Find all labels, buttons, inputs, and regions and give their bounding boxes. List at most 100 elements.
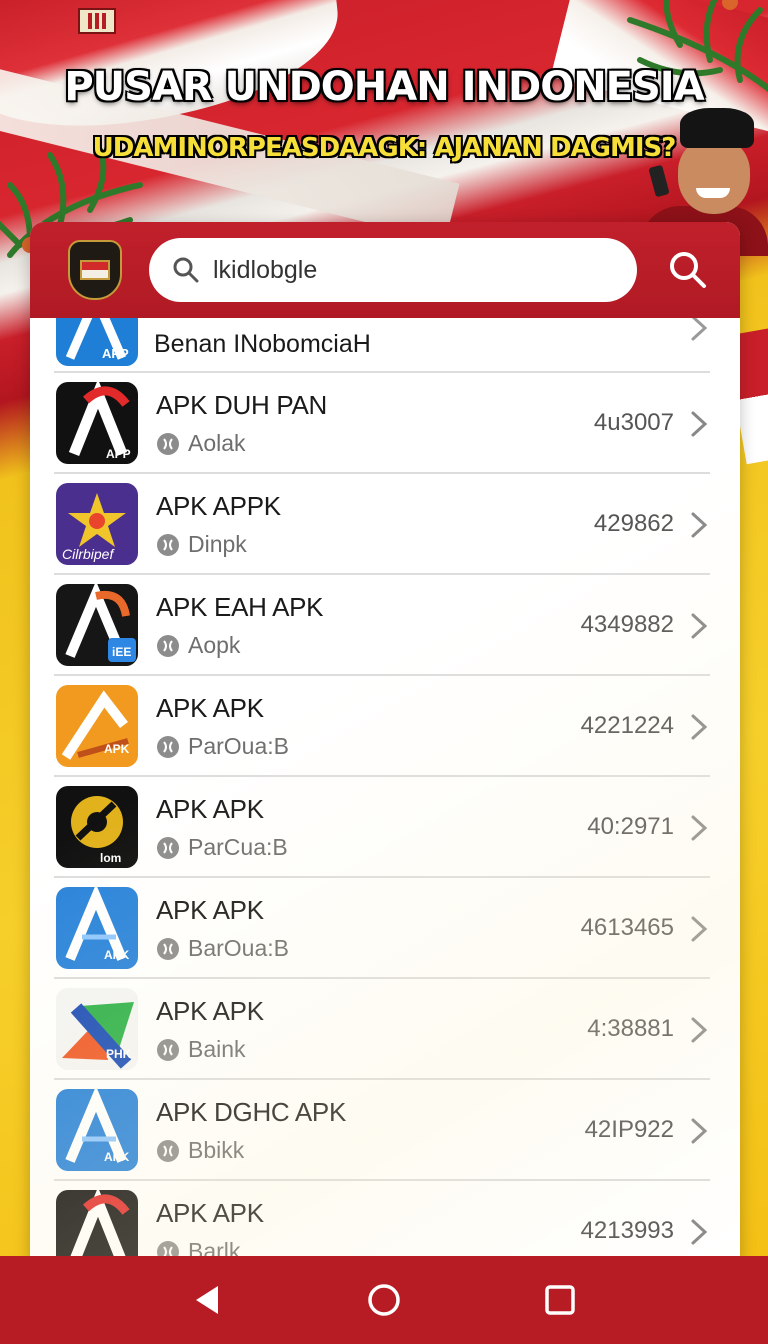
svg-text:PHK: PHK (106, 1047, 132, 1061)
list-item[interactable]: APK APK APK ParOua:B 4221224 (54, 677, 710, 777)
app-list: APP Benan INobomciaH APP APK DUH PAN Aolak… (30, 318, 740, 1262)
svg-text:lom: lom (100, 851, 121, 865)
app-title: APK EAH APK (156, 592, 324, 622)
app-title: APK APK (156, 693, 264, 723)
app-subtitle-text: Baink (188, 1036, 246, 1062)
app-icon: PHK (56, 988, 138, 1070)
source-icon (156, 735, 180, 759)
recent-apps-button[interactable] (542, 1282, 578, 1318)
app-list-card: APP Benan INobomciaH APP APK DUH PAN Aolak… (30, 222, 740, 1262)
source-icon (156, 634, 180, 658)
source-icon (156, 1139, 180, 1163)
app-subtitle-text: Bbikk (188, 1137, 245, 1163)
app-title: APK APK (156, 1198, 264, 1228)
app-icon: APK (56, 1089, 138, 1171)
source-icon (156, 533, 180, 557)
app-subtitle-text: Aopk (188, 632, 241, 658)
app-icon: APK (56, 887, 138, 969)
app-subtitle-text: BarOua:B (188, 935, 289, 961)
home-circle-icon (368, 1284, 400, 1316)
chevron-right-icon (690, 410, 708, 438)
app-title: APK DUH PAN (156, 390, 328, 420)
back-button[interactable] (190, 1282, 226, 1318)
download-count: 429862 (593, 510, 674, 537)
list-item[interactable]: iEE APK EAH APK Aopk 4349882 (54, 576, 710, 676)
svg-text:APP: APP (102, 346, 129, 361)
app-title: APK APK (156, 895, 264, 925)
chevron-right-icon (690, 612, 708, 640)
chevron-right-icon (690, 814, 708, 842)
app-subtitle-text: Aolak (188, 430, 246, 456)
app-icon: lom (56, 786, 138, 868)
download-count: 4:38881 (587, 1015, 674, 1042)
recent-square-icon (545, 1285, 575, 1315)
source-icon (156, 1038, 180, 1062)
app-subtitle: ParCua:B (156, 834, 288, 861)
card-header (30, 222, 740, 318)
svg-text:APP: APP (106, 447, 131, 461)
download-count: 4349882 (580, 611, 674, 638)
download-count: 40:2971 (587, 813, 674, 840)
app-subtitle: Bbikk (156, 1137, 244, 1164)
search-button[interactable] (666, 248, 710, 292)
source-icon (156, 836, 180, 860)
app-subtitle-text: ParCua:B (188, 834, 288, 860)
home-button[interactable] (366, 1282, 402, 1318)
app-subtitle: ParOua:B (156, 733, 289, 760)
svg-text:APK: APK (104, 1150, 130, 1164)
download-count: 4u3007 (593, 409, 674, 436)
list-item[interactable]: lom APK APK ParCua:B 40:2971 (54, 778, 710, 878)
download-count: 42IP922 (584, 1116, 674, 1143)
list-item[interactable]: APP APK DUH PAN Aolak 4u3007 (54, 374, 710, 474)
app-title: APK DGHC APK (156, 1097, 347, 1127)
chevron-right-icon (690, 713, 708, 741)
page-headline: PUSAR UNDOHAN INDONESIA (64, 64, 704, 110)
search-input[interactable] (213, 255, 613, 285)
app-subtitle-text: ParOua:B (188, 733, 289, 759)
source-icon (156, 937, 180, 961)
app-subtitle: Dinpk (156, 531, 247, 558)
list-item[interactable]: Cilrbipef APK APPK Dinpk 429862 (54, 475, 710, 575)
app-icon: iEE (56, 584, 138, 666)
download-count: 4613465 (580, 914, 674, 941)
list-item[interactable]: APK APK Barlk 4213993 (54, 1182, 710, 1262)
app-subtitle: Baink (156, 1036, 246, 1063)
svg-text:APK: APK (104, 742, 130, 756)
svg-text:Cilrbipef: Cilrbipef (62, 546, 115, 562)
emblem-icon (78, 8, 116, 34)
page-subheadline: UDAMINORPEASDAAGK: AJANAN DAGMIS? (92, 133, 677, 163)
shield-logo-icon (68, 240, 122, 300)
download-count: 4221224 (580, 712, 674, 739)
app-icon (56, 1190, 138, 1262)
svg-text:APK: APK (104, 948, 130, 962)
chevron-right-icon (690, 1016, 708, 1044)
system-navigation-bar (0, 1256, 768, 1344)
app-title: APK APK (156, 794, 264, 824)
chevron-right-icon (690, 1218, 708, 1246)
app-subtitle: Aopk (156, 632, 240, 659)
chevron-right-icon (690, 318, 708, 342)
app-icon: Cilrbipef (56, 483, 138, 565)
source-icon (156, 432, 180, 456)
app-title: APK APPK (156, 491, 281, 521)
chevron-right-icon (690, 1117, 708, 1145)
app-title: Benan INobomciaH (154, 330, 371, 358)
list-item[interactable]: APP Benan INobomciaH (54, 318, 710, 373)
search-icon (173, 257, 199, 283)
svg-text:iEE: iEE (112, 645, 131, 659)
app-subtitle: BarOua:B (156, 935, 289, 962)
chevron-right-icon (690, 511, 708, 539)
search-field[interactable] (149, 238, 637, 302)
app-subtitle-text: Dinpk (188, 531, 247, 557)
app-icon: APP (56, 318, 138, 366)
list-item[interactable]: APK APK DGHC APK Bbikk 42IP922 (54, 1081, 710, 1181)
chevron-right-icon (690, 915, 708, 943)
back-triangle-icon (196, 1286, 218, 1314)
app-title: APK APK (156, 996, 264, 1026)
search-icon (670, 252, 706, 288)
app-icon: APK (56, 685, 138, 767)
list-item[interactable]: APK APK APK BarOua:B 4613465 (54, 879, 710, 979)
app-subtitle: Aolak (156, 430, 246, 457)
app-icon: APP (56, 382, 138, 464)
list-item[interactable]: PHK APK APK Baink 4:38881 (54, 980, 710, 1080)
